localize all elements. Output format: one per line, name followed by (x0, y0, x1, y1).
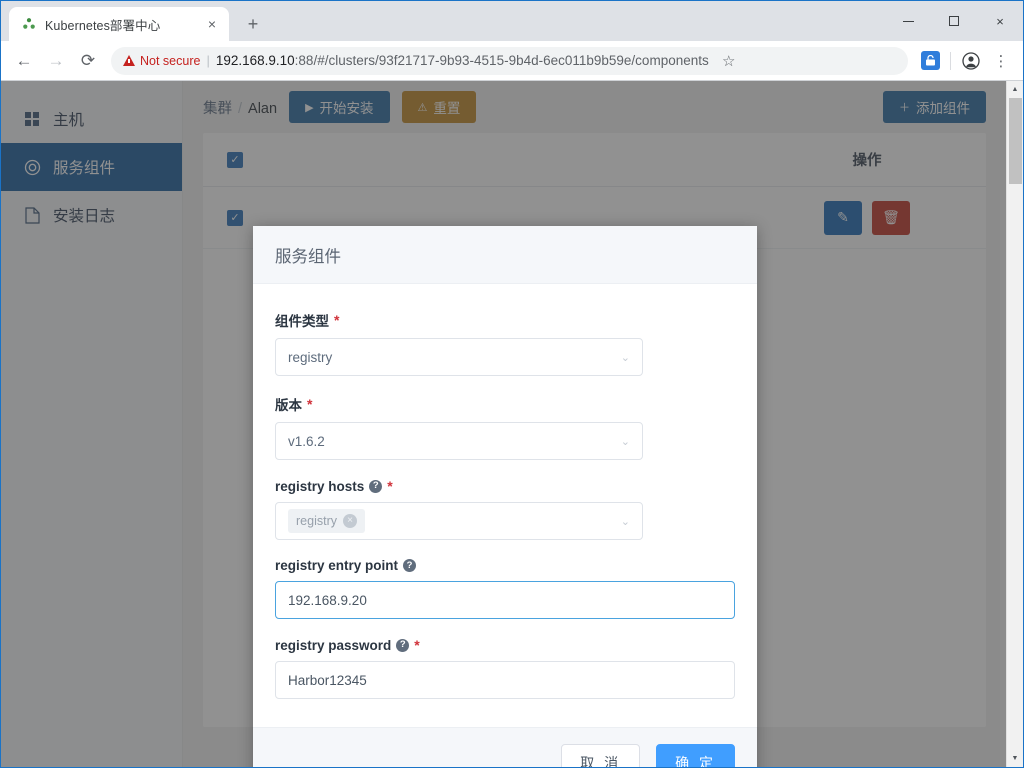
component-type-select[interactable]: registry ⌄ (275, 338, 643, 376)
version-select[interactable]: v1.6.2 ⌄ (275, 422, 643, 460)
close-icon[interactable]: × (203, 15, 221, 33)
input-value: 192.168.9.20 (288, 592, 367, 608)
required-asterisk: * (414, 637, 420, 653)
tab-strip: Kubernetes部署中心 × + × (1, 1, 1023, 41)
field-version: 版本 * v1.6.2 ⌄ (275, 394, 735, 460)
selected-value: v1.6.2 (288, 433, 325, 449)
label-text: 版本 (275, 398, 302, 413)
web-page: 主机 服务组件 (1, 81, 1006, 767)
dialog-title: 服务组件 (275, 247, 341, 266)
field-registry-entry-point: registry entry point ? 192.168.9.20 (275, 558, 735, 619)
dialog-header: 服务组件 (253, 226, 757, 284)
tag-registry: registry × (288, 509, 365, 533)
registry-hosts-select[interactable]: registry × ⌄ (275, 502, 643, 540)
forward-icon[interactable]: → (41, 46, 71, 76)
required-asterisk: * (387, 478, 393, 494)
required-asterisk: * (334, 312, 340, 328)
selected-value: registry (288, 349, 333, 365)
label-text: registry password (275, 637, 392, 653)
service-component-dialog: 服务组件 组件类型 * registry ⌄ 版本 * v1.6.2 ⌄ reg… (253, 226, 757, 767)
bookmark-star-icon[interactable]: ☆ (715, 47, 743, 75)
tab-title: Kubernetes部署中心 (45, 18, 161, 33)
dialog-footer: 取 消 确 定 (253, 727, 757, 767)
security-indicator[interactable]: Not secure (123, 54, 200, 68)
chevron-down-icon: ⌄ (620, 515, 630, 528)
browser-tab[interactable]: Kubernetes部署中心 × (9, 7, 229, 41)
confirm-button[interactable]: 确 定 (656, 743, 735, 767)
page-scrollbar[interactable]: ▲ ▼ (1006, 81, 1023, 767)
scrollbar-track[interactable] (1007, 98, 1024, 750)
field-label: 版本 * (275, 394, 735, 414)
scroll-down-icon[interactable]: ▼ (1006, 750, 1023, 767)
help-icon[interactable]: ? (396, 638, 410, 652)
url-text: 192.168.9.10:88/#/clusters/93f21717-9b93… (216, 53, 709, 68)
window-close-button[interactable]: × (977, 1, 1023, 41)
new-tab-button[interactable]: + (239, 10, 267, 38)
label-text: registry entry point (275, 558, 399, 573)
profile-icon[interactable] (957, 47, 985, 75)
registry-password-input[interactable]: Harbor12345 (275, 661, 735, 699)
extension-icon[interactable] (916, 47, 944, 75)
window-controls: × (885, 1, 1023, 41)
toolbar-divider (950, 51, 951, 70)
label-text: registry hosts (275, 478, 365, 494)
field-label: 组件类型 * (275, 310, 735, 330)
browser-window: Kubernetes部署中心 × + × ← → ⟳ Not secure | … (0, 0, 1024, 768)
address-bar[interactable]: Not secure | 192.168.9.10:88/#/clusters/… (111, 46, 908, 75)
input-value: Harbor12345 (288, 672, 367, 688)
label-text: 组件类型 (275, 314, 329, 329)
scrollbar-thumb[interactable] (1008, 98, 1022, 184)
cancel-button[interactable]: 取 消 (561, 743, 641, 767)
browser-menu-icon[interactable]: ⋮ (987, 47, 1015, 75)
reload-icon[interactable]: ⟳ (73, 46, 103, 76)
chevron-down-icon: ⌄ (620, 351, 630, 364)
field-label: registry password ? * (275, 637, 735, 653)
registry-entry-point-input[interactable]: 192.168.9.20 (275, 581, 735, 619)
security-label: Not secure (140, 53, 201, 68)
chevron-down-icon: ⌄ (620, 435, 630, 448)
required-asterisk: * (307, 396, 313, 412)
url-host: 192.168.9.10 (215, 53, 295, 68)
omnibox-separator: | (206, 53, 210, 68)
warning-icon (123, 55, 135, 66)
scroll-up-icon[interactable]: ▲ (1006, 81, 1023, 98)
maximize-button[interactable] (931, 1, 977, 41)
field-label: registry entry point ? (275, 558, 735, 573)
tag-remove-icon[interactable]: × (342, 514, 357, 528)
url-path: :88/#/clusters/93f21717-9b93-4515-9b4d-6… (294, 53, 709, 68)
field-registry-password: registry password ? * Harbor12345 (275, 637, 735, 699)
help-icon[interactable]: ? (403, 559, 417, 572)
field-registry-hosts: registry hosts ? * registry × ⌄ (275, 478, 735, 540)
field-label: registry hosts ? * (275, 478, 735, 494)
field-component-type: 组件类型 * registry ⌄ (275, 310, 735, 376)
dialog-body: 组件类型 * registry ⌄ 版本 * v1.6.2 ⌄ registry… (253, 284, 757, 727)
tag-label: registry (296, 514, 337, 528)
back-icon[interactable]: ← (9, 46, 39, 76)
minimize-button[interactable] (885, 1, 931, 41)
modal-overlay: 服务组件 组件类型 * registry ⌄ 版本 * v1.6.2 ⌄ reg… (1, 81, 1006, 767)
browser-toolbar: ← → ⟳ Not secure | 192.168.9.10:88/#/clu… (1, 41, 1023, 81)
kubernetes-icon (21, 16, 37, 32)
page-viewport: 主机 服务组件 (1, 81, 1023, 767)
help-icon[interactable]: ? (369, 479, 383, 493)
